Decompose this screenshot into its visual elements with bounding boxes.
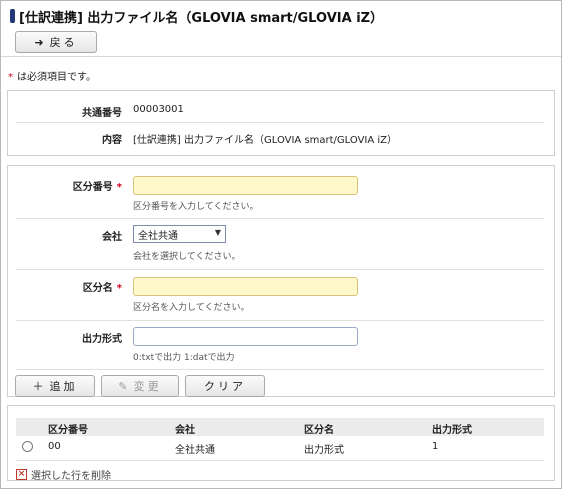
- required-star: *: [116, 182, 122, 193]
- table-cell: 出力形式: [304, 445, 344, 456]
- page-title: [仕訳連携] 出力ファイル名（GLOVIA smart/GLOVIA iZ）: [19, 11, 384, 26]
- column-header: 区分番号: [48, 425, 88, 436]
- category-name-label-text: 区分名: [82, 283, 113, 294]
- output-format-hint: 0:txtで出力 1:datで出力: [133, 353, 235, 363]
- back-button[interactable]: ➜ 戻る: [15, 31, 97, 53]
- column-header: 会社: [175, 425, 195, 436]
- common-no-label: 共通番号: [82, 108, 122, 119]
- clear-button-label: クリア: [204, 380, 246, 393]
- form-panel: 区分番号 * 区分番号を入力してください。 会社 全社共通 ▼ 会社を選択してくだ…: [7, 165, 555, 397]
- title-marker-icon: [10, 9, 15, 23]
- table-cell: 1: [432, 441, 439, 452]
- delete-x-icon: ×: [16, 469, 27, 480]
- required-star: *: [116, 283, 122, 294]
- back-button-label: 戻る: [49, 36, 78, 49]
- content-value: [仕訳連携] 出力ファイル名（GLOVIA smart/GLOVIA iZ）: [133, 135, 398, 146]
- plus-icon: ＋: [32, 380, 44, 393]
- required-note-text: は必須項目です。: [17, 72, 96, 83]
- company-label: 会社: [102, 232, 122, 243]
- table-cell: 00: [48, 441, 61, 452]
- chevron-down-icon: ▼: [214, 228, 221, 237]
- add-button[interactable]: ＋ 追加: [15, 375, 95, 397]
- category-name-label: 区分名 *: [12, 279, 122, 294]
- table-row[interactable]: 00 全社共通 出力形式 1: [16, 436, 544, 458]
- output-format-input[interactable]: [133, 327, 358, 346]
- arrow-left-icon: ➜: [34, 35, 44, 49]
- category-name-hint: 区分名を入力してください。: [133, 303, 250, 313]
- output-format-label: 出力形式: [82, 334, 122, 345]
- change-button[interactable]: ✎ 変更: [101, 375, 179, 397]
- column-header: 区分名: [304, 425, 334, 436]
- table-header: 区分番号 会社 区分名 出力形式: [16, 418, 544, 436]
- delete-selected-button[interactable]: × 選択した行を削除: [16, 467, 111, 482]
- category-no-hint: 区分番号を入力してください。: [133, 202, 259, 212]
- divider: [16, 269, 544, 270]
- divider: [16, 369, 544, 370]
- content-label: 内容: [102, 135, 122, 146]
- column-header: 出力形式: [432, 425, 472, 436]
- clear-button[interactable]: クリア: [185, 375, 265, 397]
- common-no-value: 00003001: [133, 104, 184, 115]
- category-no-input[interactable]: [133, 176, 358, 195]
- table-cell: 全社共通: [175, 445, 215, 456]
- required-star: *: [8, 72, 13, 83]
- divider: [16, 460, 544, 461]
- delete-selected-label: 選択した行を削除: [31, 471, 111, 482]
- info-panel: 共通番号 00003001 内容 [仕訳連携] 出力ファイル名（GLOVIA s…: [7, 90, 555, 156]
- row-select-radio[interactable]: [22, 441, 33, 452]
- divider: [16, 122, 544, 123]
- category-no-label: 区分番号 *: [12, 178, 122, 193]
- divider: [16, 320, 544, 321]
- header: [仕訳連携] 出力ファイル名（GLOVIA smart/GLOVIA iZ） ➜…: [1, 1, 561, 57]
- company-hint: 会社を選択してください。: [133, 252, 241, 262]
- add-button-label: 追加: [49, 380, 78, 393]
- required-note: * は必須項目です。: [8, 68, 96, 83]
- pencil-icon: ✎: [118, 379, 128, 393]
- category-no-label-text: 区分番号: [72, 182, 113, 193]
- company-select[interactable]: 全社共通 ▼: [133, 225, 226, 243]
- change-button-label: 変更: [133, 380, 162, 393]
- company-select-value: 全社共通: [138, 230, 178, 242]
- divider: [16, 218, 544, 219]
- category-name-input[interactable]: [133, 277, 358, 296]
- list-panel: 区分番号 会社 区分名 出力形式 00 全社共通 出力形式 1 × 選択した行を…: [7, 405, 555, 482]
